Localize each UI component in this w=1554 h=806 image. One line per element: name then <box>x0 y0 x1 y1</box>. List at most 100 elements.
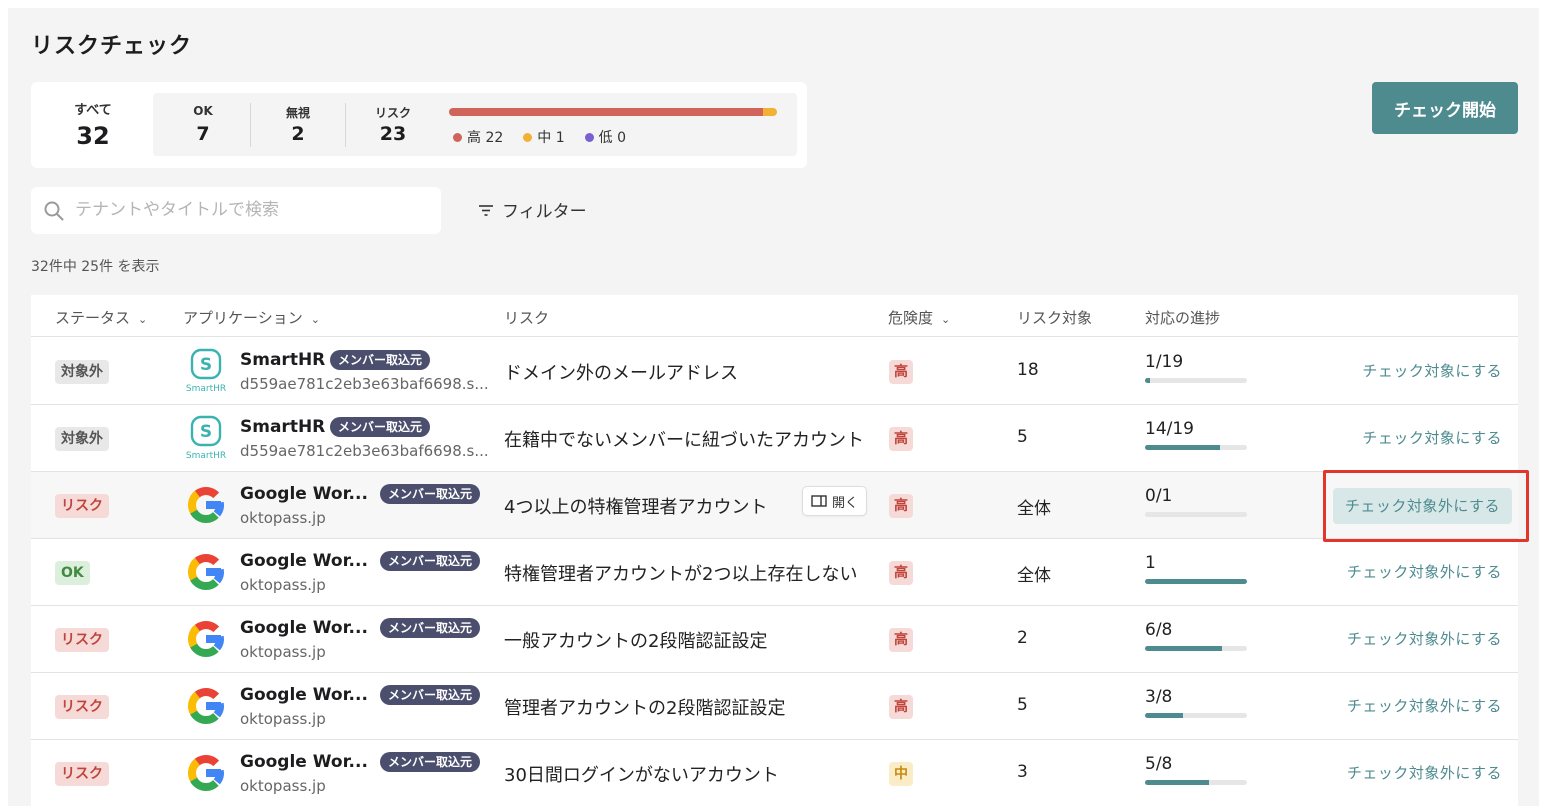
tenant-name: oktopass.jp <box>240 777 326 795</box>
app-name[interactable]: SmartHR <box>240 350 325 370</box>
total-stat[interactable]: すべて 32 <box>31 82 155 168</box>
app-name[interactable]: Google Wor... <box>240 618 368 638</box>
progress-text: 14/19 <box>1145 419 1194 439</box>
table-row[interactable]: リスク Google Wor... メンバー取込元 oktopass.jp 4つ以上の特… <box>31 472 1518 539</box>
app-name[interactable]: SmartHR <box>240 417 325 437</box>
table-row[interactable]: 対象外 S SmartHR SmartHR メンバー取込元 d559ae781c2eb3e… <box>31 338 1518 405</box>
table-row[interactable]: 対象外 S SmartHR SmartHR メンバー取込元 d559ae781c2eb3e… <box>31 405 1518 472</box>
filter-label: フィルター <box>502 202 587 222</box>
risk-target: 5 <box>1017 695 1028 715</box>
search-input[interactable] <box>75 195 425 225</box>
header-application[interactable]: アプリケーション ⌄ <box>183 307 320 328</box>
progress: 3/8 <box>1145 687 1247 718</box>
risk-target: 18 <box>1017 360 1039 380</box>
tenant-name: oktopass.jp <box>240 509 326 527</box>
header-target: リスク対象 <box>1017 309 1093 327</box>
risk-table: ステータス ⌄ アプリケーション ⌄ リスク 危険度 ⌄ リスク対象 対応の進捗 対象… <box>31 295 1518 806</box>
risk-target: 2 <box>1017 628 1028 648</box>
high-dot-icon <box>453 133 462 142</box>
status-badge: リスク <box>55 494 109 518</box>
progress: 14/19 <box>1145 419 1247 450</box>
severity-badge: 高 <box>889 561 913 585</box>
smarthr-logo-icon: S SmartHR <box>183 415 229 461</box>
ok-stat[interactable]: OK 7 <box>155 93 251 156</box>
low-dot-icon <box>584 133 594 142</box>
app-name[interactable]: Google Wor... <box>240 752 368 772</box>
filter-button[interactable]: フィルター <box>478 197 587 222</box>
ignored-value: 2 <box>291 123 305 145</box>
progress: 5/8 <box>1145 754 1247 785</box>
risk-stat[interactable]: リスク 23 <box>345 93 441 156</box>
risk-target: 3 <box>1017 762 1028 782</box>
table-row[interactable]: OK Google Wor... メンバー取込元 oktopass.jp 特権管理者アカ… <box>31 539 1518 606</box>
toggle-check-target-button[interactable]: チェック対象外にする <box>1332 488 1512 524</box>
progress-bar <box>1145 646 1247 651</box>
progress: 1/19 <box>1145 352 1247 383</box>
table-row[interactable]: リスク Google Wor... メンバー取込元 oktopass.jp 30日間ログ… <box>31 740 1518 806</box>
header-status[interactable]: ステータス ⌄ <box>55 307 147 328</box>
severity-badge: 高 <box>889 427 913 451</box>
table-row[interactable]: リスク Google Wor... メンバー取込元 oktopass.jp 一般アカウン… <box>31 606 1518 673</box>
risk-title[interactable]: ドメイン外のメールアドレス <box>504 359 738 385</box>
chevron-down-icon: ⌄ <box>941 313 951 326</box>
member-source-badge: メンバー取込元 <box>330 417 431 437</box>
toggle-check-target-button[interactable]: チェック対象にする <box>1362 427 1502 448</box>
progress-text: 5/8 <box>1145 754 1173 774</box>
table-header: ステータス ⌄ アプリケーション ⌄ リスク 危険度 ⌄ リスク対象 対応の進捗 <box>31 295 1518 337</box>
search-icon <box>44 201 64 221</box>
toggle-check-target-button[interactable]: チェック対象にする <box>1362 360 1502 381</box>
progress-bar <box>1145 378 1247 383</box>
risk-title[interactable]: 管理者アカウントの2段階認証設定 <box>504 694 785 720</box>
svg-text:SmartHR: SmartHR <box>186 384 226 394</box>
google-logo-icon <box>183 750 229 796</box>
svg-text:S: S <box>200 422 212 442</box>
progress-text: 6/8 <box>1145 620 1173 640</box>
risk-severity-bar <box>449 108 777 116</box>
ok-value: 7 <box>196 123 210 145</box>
table-row[interactable]: リスク Google Wor... メンバー取込元 oktopass.jp 管理者アカウ… <box>31 673 1518 740</box>
progress-bar <box>1145 445 1247 450</box>
legend-high: 高 22 <box>453 127 503 147</box>
member-source-badge: メンバー取込元 <box>380 551 481 571</box>
summary-card: すべて 32 OK 7 無視 2 リスク 23 高 22 中 1 低 0 <box>31 82 807 168</box>
app-name[interactable]: Google Wor... <box>240 551 368 571</box>
risk-title[interactable]: 4つ以上の特権管理者アカウント <box>504 493 767 519</box>
status-badge: リスク <box>55 628 109 652</box>
toggle-check-target-button[interactable]: チェック対象外にする <box>1347 628 1502 649</box>
google-logo-icon <box>183 616 229 662</box>
status-badge: リスク <box>55 695 109 719</box>
smarthr-logo-icon: S SmartHR <box>183 348 229 394</box>
tenant-name: oktopass.jp <box>240 710 326 728</box>
total-label: すべて <box>74 103 112 118</box>
risk-target: 5 <box>1017 427 1028 447</box>
risk-legend: 高 22 中 1 低 0 <box>453 127 626 147</box>
chevron-down-icon: ⌄ <box>138 313 148 326</box>
ignored-stat[interactable]: 無視 2 <box>250 93 346 156</box>
progress-fill <box>1145 646 1222 651</box>
ignored-label: 無視 <box>285 106 310 120</box>
risk-title[interactable]: 30日間ログインがないアカウント <box>504 761 779 787</box>
open-button[interactable]: 開く <box>802 486 867 516</box>
severity-badge: 高 <box>889 695 913 719</box>
header-progress: 対応の進捗 <box>1145 309 1221 327</box>
filter-icon <box>479 204 493 216</box>
total-value: 32 <box>76 122 110 150</box>
header-severity[interactable]: 危険度 ⌄ <box>888 307 950 328</box>
status-badge: リスク <box>55 762 109 786</box>
risk-target: 全体 <box>1017 566 1051 586</box>
risk-title[interactable]: 特権管理者アカウントが2つ以上存在しない <box>504 560 857 586</box>
start-check-button[interactable]: チェック開始 <box>1372 82 1518 134</box>
app-name[interactable]: Google Wor... <box>240 484 368 504</box>
progress-bar <box>1145 579 1247 584</box>
progress-fill <box>1145 713 1184 718</box>
toggle-check-target-button[interactable]: チェック対象外にする <box>1347 695 1502 716</box>
app-name[interactable]: Google Wor... <box>240 685 368 705</box>
toggle-check-target-button[interactable]: チェック対象外にする <box>1347 762 1502 783</box>
risk-title[interactable]: 在籍中でないメンバーに紐づいたアカウント <box>504 426 864 452</box>
toggle-check-target-button[interactable]: チェック対象外にする <box>1347 561 1502 582</box>
svg-text:S: S <box>200 355 212 375</box>
medium-dot-icon <box>523 133 533 142</box>
risk-title[interactable]: 一般アカウントの2段階認証設定 <box>504 627 767 653</box>
progress-bar <box>1145 780 1247 785</box>
progress-fill <box>1145 579 1247 584</box>
